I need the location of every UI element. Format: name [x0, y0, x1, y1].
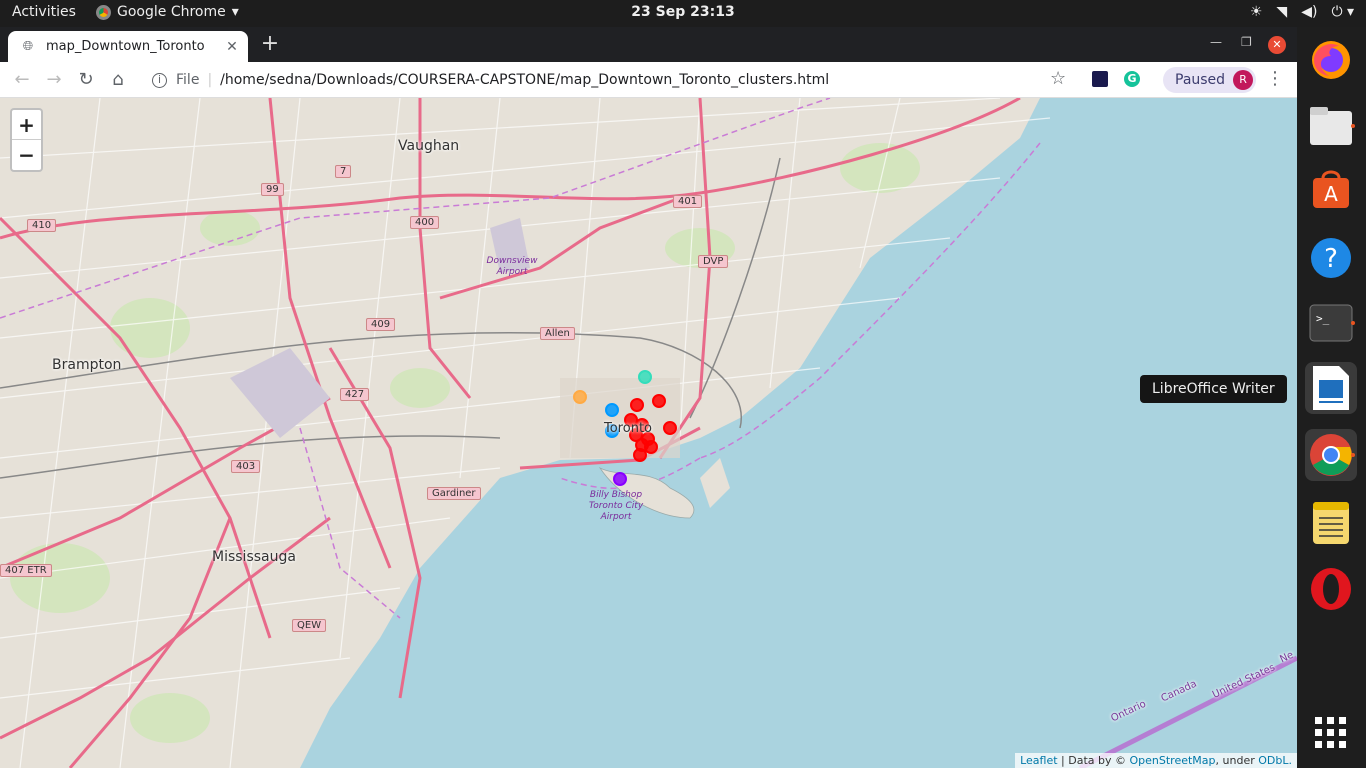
file-label: File — [176, 72, 200, 88]
cluster-marker-teal[interactable] — [638, 370, 652, 384]
maximize-button[interactable]: ❐ — [1241, 35, 1252, 49]
url-text[interactable]: /home/sedna/Downloads/COURSERA-CAPSTONE/… — [220, 72, 829, 88]
home-button[interactable]: ⌂ — [106, 68, 130, 92]
highway-shield-409: 409 — [366, 318, 396, 331]
back-button[interactable]: ← — [10, 68, 34, 92]
cluster-marker-red[interactable] — [663, 421, 677, 435]
profile-button[interactable]: Paused R — [1163, 67, 1256, 93]
chrome-icon — [96, 4, 111, 20]
opera-icon[interactable] — [1305, 563, 1357, 615]
activities-button[interactable]: Activities — [12, 4, 76, 20]
brightness-icon: ☀ — [1249, 4, 1263, 20]
firefox-icon[interactable] — [1305, 34, 1357, 86]
running-indicator — [1351, 453, 1355, 457]
cluster-marker-red[interactable] — [630, 398, 644, 412]
tab-title: map_Downtown_Toronto — [46, 39, 205, 54]
airport-label-downsview: Downsview Airport — [486, 256, 538, 277]
help-icon[interactable]: ? — [1305, 232, 1357, 284]
zoom-control: + − — [10, 108, 43, 172]
svg-text:?: ? — [1324, 244, 1338, 274]
highway-shield-401: 401 — [673, 195, 703, 208]
highway-shield-allen: Allen — [540, 327, 575, 340]
top-bar: Activities Google Chrome ▾ 23 Sep 23:13 … — [0, 0, 1366, 27]
dock: A ? >_ — [1297, 27, 1366, 768]
attribution-data-by: | Data by © — [1057, 754, 1130, 767]
highway-shield-400: 400 — [410, 216, 440, 229]
odbl-link[interactable]: ODbL. — [1258, 754, 1292, 767]
analytics-extension-icon[interactable] — [1092, 71, 1108, 87]
files-icon[interactable] — [1305, 100, 1357, 152]
divider: | — [207, 72, 213, 88]
app-menu[interactable]: Google Chrome ▾ — [96, 4, 239, 20]
bookmark-star-icon[interactable]: ☆ — [1050, 68, 1066, 89]
svg-text:>_: >_ — [1316, 312, 1330, 325]
writer-icon[interactable] — [1305, 362, 1357, 414]
highway-shield-99: 99 — [261, 183, 284, 196]
tab-strip: 🌐︎ map_Downtown_Toronto ✕ + — ❐ ✕ — [0, 27, 1297, 62]
leaflet-link[interactable]: Leaflet — [1020, 754, 1057, 767]
cluster-marker-red[interactable] — [633, 448, 647, 462]
profile-status: Paused — [1175, 72, 1226, 88]
zoom-in-button[interactable]: + — [12, 110, 41, 140]
highway-shield-qew: QEW — [292, 619, 327, 632]
place-label-brampton: Brampton — [52, 357, 122, 373]
browser-toolbar: ← → ↻ ⌂ i File | /home/sedna/Downloads/C… — [0, 62, 1297, 98]
close-window-button[interactable]: ✕ — [1268, 36, 1286, 54]
map-view[interactable]: Vaughan Brampton Mississauga Toronto All… — [0, 98, 1297, 768]
dock-tooltip: LibreOffice Writer — [1140, 375, 1287, 403]
highway-shield-dvp: DVP — [698, 255, 729, 268]
chevron-down-icon: ▾ — [231, 4, 239, 20]
map-attribution: Leaflet | Data by © OpenStreetMap, under… — [1015, 753, 1297, 768]
software-icon[interactable]: A — [1305, 164, 1357, 216]
terminal-icon[interactable]: >_ — [1305, 297, 1357, 349]
attribution-under: , under — [1215, 754, 1259, 767]
place-label-mississauga: Mississauga — [212, 549, 296, 565]
place-label-toronto: Toronto — [604, 421, 652, 436]
highway-shield-gardiner: Gardiner — [427, 487, 481, 500]
info-icon[interactable]: i — [152, 72, 167, 88]
highway-shield-7: 7 — [335, 165, 352, 178]
cluster-marker-red[interactable] — [644, 440, 658, 454]
highway-shield-410: 410 — [27, 219, 57, 232]
minimize-button[interactable]: — — [1210, 35, 1222, 49]
highway-shield-403: 403 — [231, 460, 261, 473]
power-icon: ⏻ ▾ — [1331, 4, 1354, 20]
place-label-vaughan: Vaughan — [398, 138, 460, 154]
reload-button[interactable]: ↻ — [74, 68, 98, 92]
highway-shield-407: 407 ETR — [0, 564, 52, 577]
highway-shield-427: 427 — [340, 388, 370, 401]
zoom-out-button[interactable]: − — [12, 140, 41, 170]
osm-link[interactable]: OpenStreetMap — [1130, 754, 1216, 767]
cluster-marker-purple[interactable] — [613, 472, 627, 486]
airport-label-billy-bishop: Billy Bishop Toronto City Airport — [588, 490, 644, 522]
avatar: R — [1233, 70, 1254, 90]
cluster-marker-red[interactable] — [652, 394, 666, 408]
globe-icon: 🌐︎ — [22, 39, 34, 54]
system-tray[interactable]: ☀ ◥ ◀) ⏻ ▾ — [1250, 4, 1354, 20]
app-grid-icon[interactable] — [1305, 707, 1357, 759]
close-tab-icon[interactable]: ✕ — [224, 39, 240, 55]
notes-icon[interactable] — [1305, 497, 1357, 549]
forward-button[interactable]: → — [42, 68, 66, 92]
volume-icon: ◀) — [1301, 4, 1318, 20]
cluster-marker-orange[interactable] — [573, 390, 587, 404]
grammarly-extension-icon[interactable]: G — [1124, 71, 1140, 87]
chrome-icon[interactable] — [1305, 429, 1357, 481]
app-menu-label: Google Chrome — [117, 4, 226, 20]
address-bar[interactable]: i File | /home/sedna/Downloads/COURSERA-… — [140, 66, 1080, 94]
running-indicator — [1351, 321, 1355, 325]
wifi-icon: ◥ — [1276, 4, 1288, 20]
browser-tab[interactable]: 🌐︎ map_Downtown_Toronto ✕ — [8, 31, 248, 62]
running-indicator — [1351, 124, 1355, 128]
svg-text:A: A — [1324, 182, 1338, 206]
new-tab-button[interactable]: + — [258, 33, 282, 57]
menu-kebab-icon[interactable]: ⋮ — [1266, 68, 1284, 89]
cluster-marker-blue[interactable] — [605, 403, 619, 417]
